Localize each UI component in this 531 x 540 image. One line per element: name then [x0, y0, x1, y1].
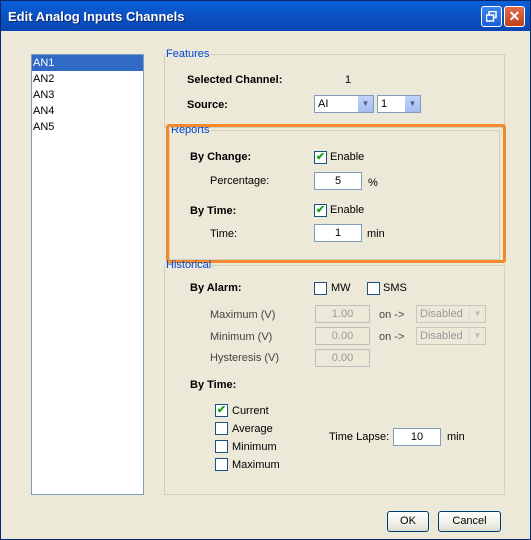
average-checkbox[interactable] [215, 422, 228, 435]
features-group: Features [164, 48, 505, 128]
mw-checkbox[interactable] [314, 282, 327, 295]
maximum-checkbox-label: Maximum [232, 459, 280, 471]
list-item-an2[interactable]: AN2 [32, 71, 143, 87]
selected-channel-value: 1 [345, 74, 352, 86]
close-icon: ✕ [508, 8, 521, 24]
source-type-select[interactable]: AI ▼ [314, 95, 374, 113]
minimum-on-label: on -> [379, 331, 405, 343]
list-item-an1[interactable]: AN1 [32, 55, 143, 71]
historical-legend: Historical [166, 259, 212, 271]
source-number-value: 1 [381, 98, 388, 110]
chevron-down-icon: ▼ [357, 96, 373, 112]
list-item-an5[interactable]: AN5 [32, 119, 143, 135]
minimum-action-value: Disabled [420, 330, 463, 342]
time-lapse-label: Time Lapse: [329, 431, 390, 443]
close-button[interactable]: ✕ [504, 6, 525, 27]
maximum-label: Maximum (V) [210, 309, 276, 321]
hysteresis-input[interactable]: 0.00 [315, 349, 370, 367]
restore-icon [486, 11, 497, 22]
historical-by-time-label: By Time: [190, 379, 237, 391]
ok-button[interactable]: OK [387, 511, 429, 532]
hysteresis-label: Hysteresis (V) [210, 352, 280, 364]
source-label: Source: [187, 99, 228, 111]
maximum-checkbox[interactable] [215, 458, 228, 471]
chevron-down-icon: ▼ [404, 96, 420, 112]
reports-highlight [166, 124, 506, 263]
time-lapse-unit: min [447, 431, 465, 443]
channel-list[interactable]: AN1 AN2 AN3 AN4 AN5 [31, 54, 144, 495]
minimum-checkbox[interactable] [215, 440, 228, 453]
sms-checkbox[interactable] [367, 282, 380, 295]
chevron-down-icon: ▼ [469, 328, 485, 344]
dialog-window: Edit Analog Inputs Channels ✕ AN1 AN2 AN… [0, 0, 531, 540]
minimum-checkbox-label: Minimum [232, 441, 277, 453]
average-label: Average [232, 423, 273, 435]
maximum-action-select[interactable]: Disabled ▼ [416, 305, 486, 323]
source-type-value: AI [318, 98, 329, 110]
title-bar[interactable]: Edit Analog Inputs Channels ✕ [1, 1, 530, 31]
selected-channel-label: Selected Channel: [187, 74, 283, 86]
maximum-on-label: on -> [379, 309, 405, 321]
by-alarm-label: By Alarm: [190, 282, 242, 294]
current-checkbox[interactable]: ✔ [215, 404, 228, 417]
cancel-button[interactable]: Cancel [438, 511, 501, 532]
maximum-action-value: Disabled [420, 308, 463, 320]
maximum-input[interactable]: 1.00 [315, 305, 370, 323]
window-title: Edit Analog Inputs Channels [8, 9, 185, 24]
list-item-an3[interactable]: AN3 [32, 87, 143, 103]
time-lapse-input[interactable]: 10 [393, 428, 441, 446]
list-item-an4[interactable]: AN4 [32, 103, 143, 119]
minimum-label: Minimum (V) [210, 331, 273, 343]
features-legend: Features [166, 48, 210, 60]
source-number-select[interactable]: 1 ▼ [377, 95, 421, 113]
restore-button[interactable] [481, 6, 502, 27]
current-label: Current [232, 405, 269, 417]
chevron-down-icon: ▼ [469, 306, 485, 322]
mw-label: MW [331, 282, 351, 294]
minimum-input[interactable]: 0.00 [315, 327, 370, 345]
minimum-action-select[interactable]: Disabled ▼ [416, 327, 486, 345]
sms-label: SMS [383, 282, 407, 294]
